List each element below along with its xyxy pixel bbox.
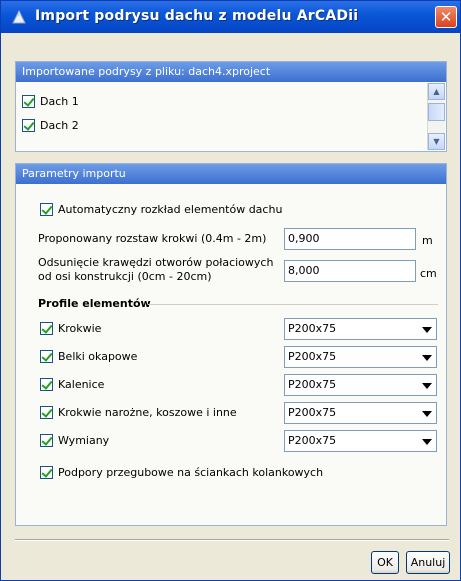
profile-row-belki-okapowe[interactable]: Belki okapowe <box>40 350 137 363</box>
scroll-up-arrow-icon[interactable]: ▲ <box>428 83 445 100</box>
profile-label: Krokwie <box>58 322 102 335</box>
dach-1-checkbox[interactable] <box>22 95 35 108</box>
chevron-down-icon[interactable] <box>422 411 432 417</box>
kalenice-profile-select[interactable]: P200x75 <box>284 374 437 396</box>
scroll-thumb[interactable] <box>428 103 445 121</box>
profile-label: Belki okapowe <box>58 350 138 363</box>
offset-label-line1: Odsunięcie krawędzi otworów połaciowych <box>38 256 274 269</box>
krokwie-profile-select[interactable]: P200x75 <box>284 318 437 340</box>
chevron-down-icon[interactable] <box>422 383 432 389</box>
list-item[interactable]: Dach 1 <box>22 95 79 108</box>
krokwie-narozne-profile-select[interactable]: P200x75 <box>284 402 437 424</box>
hinged-supports-checkbox[interactable] <box>40 466 53 479</box>
section-divider <box>148 304 438 305</box>
vertical-scrollbar[interactable]: ▲ ▼ <box>427 83 445 150</box>
cancel-button[interactable]: Anuluj <box>406 551 450 574</box>
krokwie-checkbox[interactable] <box>40 322 53 335</box>
profile-row-wymiany[interactable]: Wymiany <box>40 434 109 447</box>
list-item[interactable]: Dach 2 <box>22 119 79 132</box>
chevron-down-icon[interactable] <box>422 355 432 361</box>
hinged-supports-label: Podpory przegubowe na ściankach kolankow… <box>58 466 324 479</box>
footer-divider <box>15 539 449 541</box>
ok-button[interactable]: OK <box>371 551 399 574</box>
auto-layout-option[interactable]: Automatyczny rozkład elementów dachu <box>40 203 282 216</box>
chevron-down-icon[interactable] <box>422 327 432 333</box>
profile-row-krokwie[interactable]: Krokwie <box>40 322 101 335</box>
close-button[interactable]: ✕ <box>435 6 457 28</box>
list-item-label: Dach 1 <box>40 95 79 108</box>
belki-okapowe-profile-select[interactable]: P200x75 <box>284 346 437 368</box>
scroll-down-arrow-icon[interactable]: ▼ <box>428 133 445 150</box>
belki-okapowe-checkbox[interactable] <box>40 350 53 363</box>
import-parameters-panel: Parametry importu Automatyczny rozkład e… <box>15 163 447 526</box>
import-dialog: Import podrysu dachu z modelu ArCADii ✕ … <box>0 0 461 581</box>
window-title: Import podrysu dachu z modelu ArCADii <box>35 8 359 24</box>
wymiany-checkbox[interactable] <box>40 434 53 447</box>
dach-2-checkbox[interactable] <box>22 119 35 132</box>
spacing-unit: m <box>422 234 433 247</box>
rafter-spacing-input[interactable]: 0,900 <box>284 228 416 250</box>
profile-label: Wymiany <box>58 434 110 447</box>
select-value: P200x75 <box>288 322 337 335</box>
list-item-label: Dach 2 <box>40 119 79 132</box>
title-bar[interactable]: Import podrysu dachu z modelu ArCADii ✕ <box>1 1 460 33</box>
profiles-section-title: Profile elementów <box>38 297 151 310</box>
select-value: P200x75 <box>288 378 337 391</box>
spacing-label: Proponowany rozstaw krokwi (0.4m - 2m) <box>38 232 267 245</box>
krokwie-narozne-checkbox[interactable] <box>40 406 53 419</box>
imported-plans-header: Importowane podrysy z pliku: dach4.xproj… <box>16 62 446 82</box>
hinged-supports-option[interactable]: Podpory przegubowe na ściankach kolankow… <box>40 466 323 479</box>
select-value: P200x75 <box>288 350 337 363</box>
arcadia-app-icon <box>12 9 26 24</box>
profile-row-kalenice[interactable]: Kalenice <box>40 378 104 391</box>
auto-layout-checkbox[interactable] <box>40 203 53 216</box>
wymiany-profile-select[interactable]: P200x75 <box>284 430 437 452</box>
offset-label-line2: od osi konstrukcji (0cm - 20cm) <box>38 270 212 283</box>
auto-layout-label: Automatyczny rozkład elementów dachu <box>58 203 283 216</box>
imported-plans-panel: Importowane podrysy z pliku: dach4.xproj… <box>15 61 447 152</box>
kalenice-checkbox[interactable] <box>40 378 53 391</box>
profile-label: Krokwie narożne, koszowe i inne <box>58 406 237 419</box>
profile-label: Kalenice <box>58 378 105 391</box>
opening-offset-input[interactable]: 8,000 <box>284 260 416 282</box>
profile-row-krokwie-narozne[interactable]: Krokwie narożne, koszowe i inne <box>40 406 237 419</box>
chevron-down-icon[interactable] <box>422 439 432 445</box>
select-value: P200x75 <box>288 434 337 447</box>
offset-unit: cm <box>420 267 437 280</box>
select-value: P200x75 <box>288 406 337 419</box>
import-parameters-header: Parametry importu <box>16 164 446 184</box>
